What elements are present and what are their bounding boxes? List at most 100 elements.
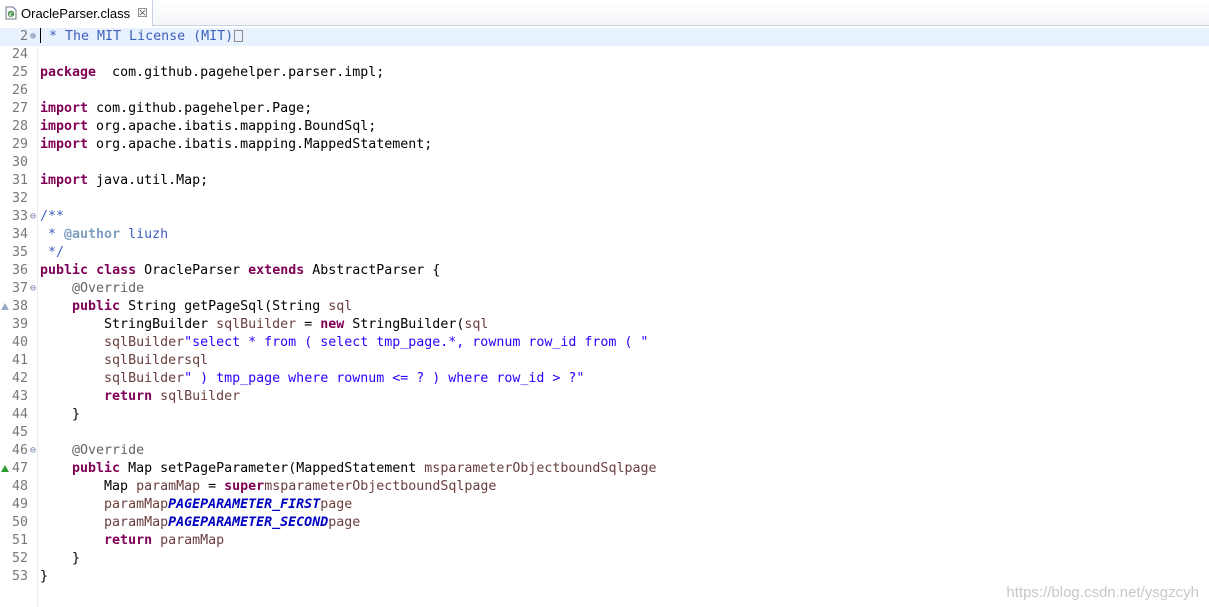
fold-collapse-icon[interactable]: ⊖	[28, 208, 38, 226]
code-token: public	[72, 461, 121, 476]
code-token: import	[40, 173, 89, 188]
line-number: 36	[11, 263, 28, 278]
code-token: paramMap	[104, 515, 169, 530]
code-token: import	[40, 101, 89, 116]
code-line[interactable]: 29 import org.apache.ibatis.mapping.Mappe…	[0, 136, 1209, 154]
code-token: Map	[40, 479, 137, 494]
code-token: sqlBuilder	[216, 317, 297, 332]
code-text: StringBuilder sqlBuilder = new StringBui…	[40, 316, 488, 334]
code-line[interactable]: 26	[0, 82, 1209, 100]
code-line[interactable]: 28 import org.apache.ibatis.mapping.Bound…	[0, 118, 1209, 136]
code-text: sqlBuilder" ) tmp_page where rownum <= ?…	[40, 370, 584, 388]
code-token: liuzh	[120, 227, 169, 242]
code-line[interactable]: 43 return sqlBuilder	[0, 388, 1209, 406]
code-text: return paramMap	[40, 532, 224, 550]
code-token: StringBuilder	[40, 317, 217, 332]
code-line[interactable]: 48 Map paramMap = supermsparameterObject…	[0, 478, 1209, 496]
code-line[interactable]: 44 }	[0, 406, 1209, 424]
code-token: }	[40, 569, 49, 584]
code-line[interactable]: 38 public String getPageSql(String sql	[0, 298, 1209, 316]
code-text: import java.util.Map;	[40, 172, 208, 190]
code-line[interactable]: 36 public class OracleParser extends Abst…	[0, 262, 1209, 280]
line-number: 42	[11, 371, 28, 386]
code-text: import org.apache.ibatis.mapping.MappedS…	[40, 136, 432, 154]
tab-oracleparser-class[interactable]: C OracleParser.class ☒	[0, 0, 153, 26]
code-line[interactable]: 52 }	[0, 550, 1209, 568]
code-line[interactable]: 41 sqlBuildersql	[0, 352, 1209, 370]
code-token: org.apache.ibatis.mapping.MappedStatemen…	[88, 137, 433, 152]
code-line[interactable]: 31 import java.util.Map;	[0, 172, 1209, 190]
code-token: parameterObject	[440, 461, 561, 476]
code-text: * The MIT License (MIT)	[40, 28, 244, 46]
folded-region-icon[interactable]	[234, 30, 244, 42]
code-text: }	[40, 568, 48, 586]
code-editor[interactable]: 2 ⊕ * The MIT License (MIT) 24 25 package co…	[0, 28, 1209, 607]
line-number: 53	[11, 569, 28, 584]
line-number: 35	[11, 245, 28, 260]
code-token: package	[40, 65, 97, 80]
code-line[interactable]: 30	[0, 154, 1209, 172]
code-line[interactable]: 33 ⊖/**	[0, 208, 1209, 226]
code-line[interactable]: 2 ⊕ * The MIT License (MIT)	[0, 28, 1209, 46]
code-text: @Override	[40, 442, 144, 460]
line-number: 27	[11, 101, 28, 116]
code-text: import org.apache.ibatis.mapping.BoundSq…	[40, 118, 376, 136]
line-number: 45	[11, 425, 28, 440]
code-line[interactable]: 40 sqlBuilder"select * from ( select tmp…	[0, 334, 1209, 352]
code-token: com.github.pagehelper.parser.impl;	[96, 65, 385, 80]
code-text: }	[40, 406, 80, 424]
tab-title: OracleParser.class	[21, 5, 131, 21]
code-line[interactable]: 32	[0, 190, 1209, 208]
code-token: page	[464, 479, 497, 494]
code-token: StringBuilder(	[344, 317, 465, 332]
code-line[interactable]: 47 public Map setPageParameter(MappedSta…	[0, 460, 1209, 478]
code-token: super	[224, 479, 265, 494]
fold-collapse-icon[interactable]: ⊖	[28, 442, 38, 460]
code-text: package com.github.pagehelper.parser.imp…	[40, 64, 384, 82]
code-line[interactable]: 46 ⊖ @Override	[0, 442, 1209, 460]
code-token: sqlBuilder	[104, 371, 185, 386]
code-line[interactable]: 27 import com.github.pagehelper.Page;	[0, 100, 1209, 118]
code-line[interactable]: 51 return paramMap	[0, 532, 1209, 550]
code-token: " ) tmp_page where rownum <= ? ) where r…	[184, 371, 585, 386]
watermark: https://blog.csdn.net/ysgzcyh	[1006, 584, 1199, 601]
code-token: @Override	[72, 443, 145, 458]
code-line[interactable]: 45	[0, 424, 1209, 442]
code-line[interactable]: 37 ⊖ @Override	[0, 280, 1209, 298]
line-number: 31	[11, 173, 28, 188]
code-line[interactable]: 35 */	[0, 244, 1209, 262]
code-text: public Map setPageParameter(MappedStatem…	[40, 460, 656, 478]
fold-expand-icon[interactable]: ⊕	[28, 28, 38, 46]
code-text: * @author liuzh	[40, 226, 168, 244]
code-line[interactable]: 34 * @author liuzh	[0, 226, 1209, 244]
code-token: paramMap	[136, 479, 201, 494]
fold-collapse-icon[interactable]: ⊖	[28, 280, 38, 298]
code-token: sql	[184, 353, 209, 368]
code-token: OracleParser	[136, 263, 249, 278]
line-number: 25	[11, 65, 28, 80]
line-number: 52	[11, 551, 28, 566]
code-line[interactable]: 49 paramMapPAGEPARAMETER_FIRSTpage	[0, 496, 1209, 514]
code-line[interactable]: 42 sqlBuilder" ) tmp_page where rownum <…	[0, 370, 1209, 388]
code-token: @Override	[72, 281, 145, 296]
code-token: sql	[328, 299, 353, 314]
code-token: String getPageSql(String	[120, 299, 329, 314]
code-text: paramMapPAGEPARAMETER_SECONDpage	[40, 514, 360, 532]
code-area[interactable]: 2 ⊕ * The MIT License (MIT) 24 25 package co…	[0, 28, 1209, 586]
code-line[interactable]: 50 paramMapPAGEPARAMETER_SECONDpage	[0, 514, 1209, 532]
close-icon[interactable]: ☒	[137, 7, 148, 19]
code-text: public String getPageSql(String sql	[40, 298, 352, 316]
code-line[interactable]: 24	[0, 46, 1209, 64]
override-icon	[1, 303, 9, 310]
code-token: =	[296, 317, 321, 332]
code-line[interactable]: 39 StringBuilder sqlBuilder = new String…	[0, 316, 1209, 334]
code-text: */	[40, 244, 64, 262]
code-line[interactable]: 25 package com.github.pagehelper.parser.i…	[0, 64, 1209, 82]
